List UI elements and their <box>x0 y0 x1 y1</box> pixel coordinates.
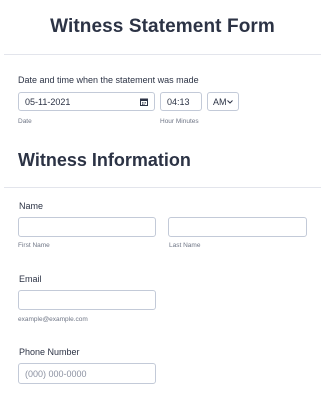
date-input[interactable]: 05-11-2021 <box>18 92 155 111</box>
time-value: 04:13 <box>167 96 190 107</box>
form-title: Witness Statement Form <box>50 16 275 37</box>
header-divider <box>4 54 321 55</box>
first-name-sublabel: First Name <box>18 242 50 249</box>
email-input[interactable] <box>18 290 156 310</box>
phone-label: Phone Number <box>19 347 80 357</box>
email-label: Email <box>19 274 42 284</box>
name-label: Name <box>19 201 44 211</box>
calendar-icon[interactable] <box>140 98 148 106</box>
last-name-input[interactable] <box>168 217 307 237</box>
ampm-select[interactable]: AM <box>207 92 239 111</box>
date-sublabel: Date <box>18 118 32 125</box>
last-name-sublabel: Last Name <box>169 242 201 249</box>
first-name-input[interactable] <box>18 217 156 237</box>
email-sublabel: example@example.com <box>18 316 88 323</box>
time-sublabel: Hour Minutes <box>160 118 199 125</box>
date-value: 05-11-2021 <box>25 96 71 107</box>
time-input[interactable]: 04:13 <box>160 92 202 111</box>
ampm-value: AM <box>213 96 227 107</box>
datetime-label: Date and time when the statement was mad… <box>18 75 199 85</box>
phone-placeholder: (000) 000-0000 <box>25 368 87 379</box>
section-divider <box>4 187 321 188</box>
section-title: Witness Information <box>18 150 191 170</box>
chevron-down-icon <box>227 99 233 104</box>
phone-input[interactable]: (000) 000-0000 <box>18 363 156 384</box>
